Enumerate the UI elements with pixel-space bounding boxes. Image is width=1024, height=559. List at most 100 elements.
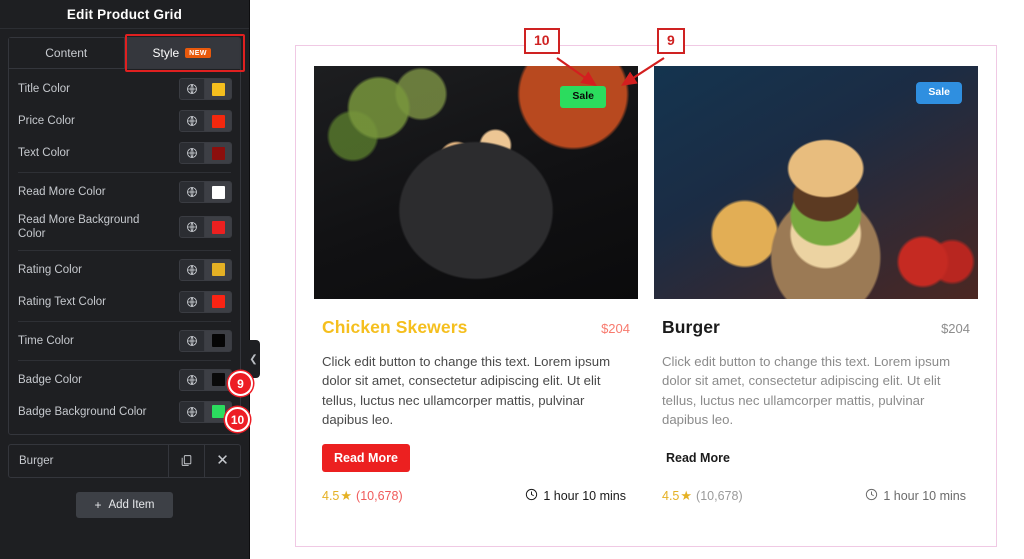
new-badge: NEW	[185, 48, 212, 58]
color-control[interactable]	[179, 181, 232, 203]
color-swatch-button[interactable]	[205, 291, 231, 312]
product-card[interactable]: Sale Chicken Skewers $204 Click edit but…	[314, 66, 638, 530]
globe-icon[interactable]	[180, 79, 205, 99]
globe-icon[interactable]	[180, 217, 205, 238]
control-label: Rating Text Color	[18, 295, 106, 308]
clock-icon	[865, 488, 878, 504]
color-control[interactable]	[179, 142, 232, 164]
control-badge-background-color: Badge Background Color	[9, 396, 240, 428]
color-swatch	[211, 185, 225, 199]
color-swatch-button[interactable]	[205, 217, 231, 238]
control-rating-color: Rating Color	[9, 254, 240, 286]
color-control[interactable]	[179, 290, 232, 313]
product-description: Click edit button to change this text. L…	[662, 354, 951, 428]
read-more-button[interactable]: Read More	[322, 443, 410, 472]
globe-icon[interactable]	[180, 111, 205, 131]
product-rating: 4.5 ★ (10,678)	[662, 488, 743, 504]
color-swatch	[211, 82, 225, 96]
product-description: Click edit button to change this text. L…	[322, 354, 611, 428]
read-more-button[interactable]: Read More	[662, 444, 742, 472]
globe-icon[interactable]	[180, 291, 205, 312]
globe-icon[interactable]	[180, 182, 205, 202]
product-rating: 4.5 ★ (10,678)	[322, 488, 403, 504]
color-controls: Title Color Price Color Text Color Read …	[9, 69, 240, 434]
panel-body: Content Style NEW Title Color Price Colo…	[0, 29, 249, 559]
product-price: $204	[601, 321, 630, 336]
clock-icon	[525, 488, 538, 504]
globe-icon[interactable]	[180, 143, 205, 163]
repeater-item-label: Burger	[19, 454, 54, 467]
annotation-pin-10-label: 10	[230, 412, 245, 427]
editor-window: Edit Product Grid Content Style NEW Titl…	[0, 0, 1024, 559]
add-item-wrap: + Add Item	[8, 491, 241, 518]
annotation-callout-10: 10	[524, 28, 560, 54]
product-card-body: Burger $204 Click edit button to change …	[654, 299, 978, 508]
color-control[interactable]	[179, 110, 232, 132]
tab-content[interactable]: Content	[9, 38, 125, 68]
color-swatch	[211, 334, 225, 348]
control-label: Text Color	[18, 146, 70, 159]
color-swatch-button[interactable]	[205, 143, 231, 163]
annotation-pin-10: 10	[225, 407, 250, 432]
color-swatch	[211, 146, 225, 160]
repeater-item-burger[interactable]: Burger ✕	[8, 443, 241, 478]
sale-badge: Sale	[916, 82, 962, 104]
control-divider	[18, 172, 231, 173]
add-item-button[interactable]: + Add Item	[76, 491, 173, 518]
product-grid: Sale Chicken Skewers $204 Click edit but…	[295, 45, 997, 547]
product-card[interactable]: Sale Burger $204 Click edit button to ch…	[654, 66, 978, 530]
product-image-wrap: Sale	[654, 66, 978, 299]
color-swatch-button[interactable]	[205, 111, 231, 131]
control-label: Price Color	[18, 114, 75, 127]
color-control[interactable]	[179, 216, 232, 239]
rating-count: (10,678)	[356, 488, 403, 503]
color-control[interactable]	[179, 368, 232, 391]
control-read-more-color: Read More Color	[9, 176, 240, 208]
globe-icon[interactable]	[180, 369, 205, 390]
product-title: Burger	[662, 317, 720, 337]
product-meta-row: 4.5 ★ (10,678) 1 hour 10 mins	[322, 488, 630, 504]
duplicate-icon[interactable]	[168, 444, 204, 477]
color-swatch-button[interactable]	[205, 369, 231, 390]
annotation-pin-9-label: 9	[237, 376, 244, 391]
tab-content-label: Content	[45, 46, 88, 60]
color-control[interactable]	[179, 258, 232, 281]
color-control[interactable]	[179, 78, 232, 100]
sale-badge: Sale	[560, 86, 606, 108]
color-swatch	[211, 405, 225, 419]
star-icon: ★	[340, 487, 353, 503]
product-price: $204	[941, 321, 970, 336]
add-item-label: Add Item	[108, 498, 155, 511]
control-divider	[18, 249, 231, 251]
product-title-row: Chicken Skewers $204	[322, 317, 630, 338]
control-badge-color: Badge Color	[9, 364, 240, 396]
rating-value: 4.5	[662, 488, 680, 503]
control-label: Read More Color	[18, 185, 106, 198]
product-title: Chicken Skewers	[322, 317, 468, 337]
control-label: Badge Color	[18, 373, 82, 386]
control-label: Rating Color	[18, 263, 82, 276]
style-section: Content Style NEW Title Color Price Colo…	[8, 34, 245, 435]
sidebar-collapse-handle[interactable]: ❮	[247, 340, 260, 378]
time-label: 1 hour 10 mins	[883, 488, 966, 503]
color-swatch-button[interactable]	[205, 182, 231, 202]
sale-badge-label: Sale	[928, 86, 950, 98]
globe-icon[interactable]	[180, 330, 205, 351]
rating-value: 4.5	[322, 488, 340, 503]
remove-item-button[interactable]: ✕	[204, 444, 240, 477]
control-label: Read More Background Color	[18, 214, 140, 241]
color-control[interactable]	[179, 329, 232, 352]
editor-sidebar: Edit Product Grid Content Style NEW Titl…	[0, 0, 260, 559]
color-swatch-button[interactable]	[205, 330, 231, 351]
tab-bar: Content Style NEW	[9, 34, 245, 72]
color-swatch	[211, 263, 225, 277]
product-title-row: Burger $204	[662, 317, 970, 338]
tab-style[interactable]: Style NEW	[124, 38, 240, 68]
color-swatch	[211, 373, 225, 387]
globe-icon[interactable]	[180, 259, 205, 280]
globe-icon[interactable]	[180, 401, 205, 422]
color-swatch-button[interactable]	[205, 259, 231, 280]
control-divider	[18, 359, 231, 361]
control-read-more-background-color: Read More Background Color	[9, 208, 240, 247]
color-swatch-button[interactable]	[205, 79, 231, 99]
